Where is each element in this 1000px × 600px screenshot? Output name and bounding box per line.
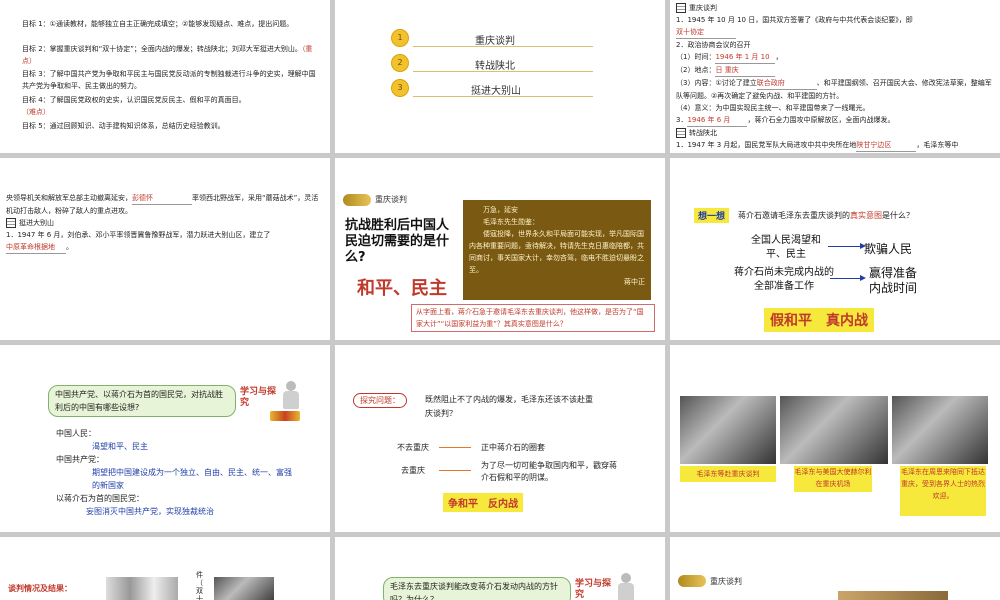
- blank-answer: 1946 年 1 月 10: [715, 51, 776, 64]
- goal-3: 目标 3：了解中国共产党为争取和平民主与国民党反动派的专制独裁进行斗争的史实，理…: [22, 70, 316, 90]
- document-icon: [6, 218, 16, 228]
- answer-text: 和平、民主: [357, 278, 447, 299]
- blank-answer: 1946 年 6 月: [687, 114, 748, 127]
- vertical-caption: 件（双十协: [196, 571, 203, 600]
- slide-contents-menu[interactable]: 1 重庆谈判 2 转战陕北 3 挺进大别山: [335, 0, 665, 153]
- photo-caption: 毛泽东等赴重庆谈判: [680, 466, 776, 482]
- inquiry-question: 既然阻止不了内战的爆发，毛泽东还该不该赴重庆谈判？: [425, 395, 593, 418]
- option-left-1: 不去重庆: [397, 443, 429, 452]
- question-note: 从字面上看，蒋介石急于邀请毛泽东去重庆谈判，他这样做，是否为了“国家大计”“以国…: [411, 304, 655, 332]
- goal-1: 目标 1：①通读教材，能够独立自主正确完成填空；②能够发现疑点、难点，提出问题。: [22, 20, 294, 28]
- notes-body: 央领导机关和解放军总部主动撤离延安，彭德怀 率领西北野战军，采用“蘑菇战术”，灵活…: [6, 192, 324, 254]
- meeting-photo: [214, 577, 274, 600]
- reason-left-1: 全国人民渴望和平、民主: [751, 235, 821, 260]
- question-title: 抗战胜利后中国人民迫切需要的是什么?: [345, 218, 450, 265]
- thinking-figure-icon: [615, 573, 637, 600]
- document-photo: [106, 577, 178, 600]
- inquiry-tag: 探究问题：: [353, 393, 407, 408]
- blank-answer: 中原革命根据地: [6, 241, 66, 254]
- study-tag: 学习与探究: [240, 387, 277, 408]
- photo-caption: 毛泽东在周恩来陪同下抵达重庆，受到各界人士的热烈欢迎。: [900, 466, 986, 516]
- slide-telegram[interactable]: 重庆谈判 抗战胜利后中国人民迫切需要的是什么? 和平、民主 万急，延安 毛泽东先…: [335, 158, 665, 340]
- results-title: 谈判情况及结果：: [8, 584, 72, 593]
- question-text: 蒋介石邀请毛泽东去重庆谈判的真实意图是什么？: [738, 211, 914, 220]
- blank-answer: 日 重庆: [715, 64, 776, 77]
- visions-body: 中国人民： 渴望和平、民主 中国共产党： 期望把中国建设成为一个独立、自由、民主…: [56, 429, 292, 516]
- menu-divider: [413, 46, 593, 47]
- slide-study-visions[interactable]: 中国共产党、以蒋介石为首的国民党，对抗战胜利后的中国有哪些设想? 学习与探究 中…: [0, 345, 330, 532]
- arrow-icon: [830, 278, 862, 279]
- slide-photos[interactable]: 毛泽东等赴重庆谈判 毛泽东与美国大使赫尔利在重庆机场 毛泽东在周恩来陪同下抵达重…: [670, 345, 1000, 532]
- reason-right-2: 赢得准备内战时间: [868, 266, 917, 295]
- photo-mao-hurley: [780, 396, 888, 464]
- slide-think[interactable]: 想一想 蒋介石邀请毛泽东去重庆谈判的真实意图是什么？ 全国人民渴望和平、民主 欺…: [670, 158, 1000, 340]
- arrow-icon: [828, 246, 862, 247]
- logo-icon: [343, 194, 371, 206]
- menu-item-chongqing[interactable]: 重庆谈判: [475, 32, 515, 47]
- arrow-icon: [439, 447, 471, 448]
- option-right-1: 正中蒋介石的圈套: [481, 443, 545, 452]
- goal-2: 目标 2：掌握重庆谈判和“双十协定”；全面内战的爆发；转战陕北；刘邓大军挺进大别…: [22, 45, 313, 65]
- blank-answer: 联合政府: [756, 77, 817, 90]
- slide-chongqing-talks[interactable]: 重庆谈判: [670, 537, 1000, 600]
- blank-answer: 双十协定: [676, 26, 736, 39]
- reason-left-2: 蒋介石尚未完成内战的全部准备工作: [734, 267, 834, 292]
- books-icon: [270, 411, 300, 421]
- photo-caption: 毛泽东与美国大使赫尔利在重庆机场: [794, 466, 872, 492]
- telegram-box: 万急，延安 毛泽东先生勋鉴： 倭寇投降，世界永久和平局面可能实现，举凡国际国内各…: [463, 200, 651, 300]
- slide-negotiation-results[interactable]: 谈判情况及结果： 件（双十协: [0, 537, 330, 600]
- slide-notes-chongqing[interactable]: 重庆谈判 1．1945 年 10 月 10 日，国共双方签署了《政府与中共代表会…: [670, 0, 1000, 153]
- menu-item-shaanbei[interactable]: 转战陕北: [475, 57, 515, 72]
- menu-number-1: 1: [391, 29, 409, 47]
- study-tag: 学习与探究: [575, 579, 612, 600]
- section-tag: 重庆谈判: [710, 577, 742, 586]
- slide-notes-dabieshan[interactable]: 央领导机关和解放军总部主动撤离延安，彭德怀 率领西北野战军，采用“蘑菇战术”，灵活…: [0, 158, 330, 340]
- option-right-2: 为了尽一切可能争取国内和平，戳穿蒋介石假和平的阴谋。: [481, 461, 617, 482]
- reason-right-1: 欺骗人民: [864, 242, 913, 256]
- menu-number-2: 2: [391, 54, 409, 72]
- menu-number-3: 3: [391, 79, 409, 97]
- goal-4: 目标 4：了解国民党政权的史实，认识国民党反民主、假和平的真面目。 （难点）: [22, 96, 246, 116]
- answer-banner: 假和平 真内战: [764, 308, 874, 332]
- photo-mao-to-chongqing: [680, 396, 776, 464]
- question-box: 中国共产党、以蒋介石为首的国民党，对抗战胜利后的中国有哪些设想?: [48, 385, 236, 417]
- slide-inquiry[interactable]: 探究问题： 既然阻止不了内战的爆发，毛泽东还该不该赴重庆谈判？ 不去重庆 正中蒋…: [335, 345, 665, 532]
- think-tag: 想一想: [694, 208, 730, 223]
- logo-icon: [678, 575, 706, 587]
- goal-5: 目标 5：通过回顾知识、动手建构知识体系，总结历史经验教训。: [22, 122, 225, 130]
- menu-divider: [413, 71, 593, 72]
- option-left-2: 去重庆: [401, 466, 425, 475]
- question-box: 毛泽东去重庆谈判能改变蒋介石发动内战的方针吗？为什么？: [383, 577, 571, 600]
- answer-banner: 争和平 反内战: [443, 493, 523, 512]
- blank-answer: 陕甘宁边区: [856, 139, 917, 152]
- blank-answer: 彭德怀: [132, 192, 192, 205]
- photo-mao-zhou: [892, 396, 988, 464]
- menu-divider: [413, 96, 593, 97]
- photo-preview: [838, 591, 948, 600]
- menu-item-dabieshan[interactable]: 挺进大别山: [471, 82, 521, 97]
- arrow-icon: [439, 470, 471, 471]
- thinking-figure-icon: [280, 381, 302, 411]
- document-icon: [676, 3, 686, 13]
- notes-body: 重庆谈判 1．1945 年 10 月 10 日，国共双方签署了《政府与中共代表会…: [676, 2, 994, 152]
- slide-learning-goals[interactable]: 目标 1：①通读教材，能够独立自主正确完成填空；②能够发现疑点、难点，提出问题。…: [0, 0, 330, 153]
- section-tag: 重庆谈判: [375, 195, 407, 204]
- document-icon: [676, 128, 686, 138]
- slide-study-question[interactable]: 毛泽东去重庆谈判能改变蒋介石发动内战的方针吗？为什么？ 学习与探究: [335, 537, 665, 600]
